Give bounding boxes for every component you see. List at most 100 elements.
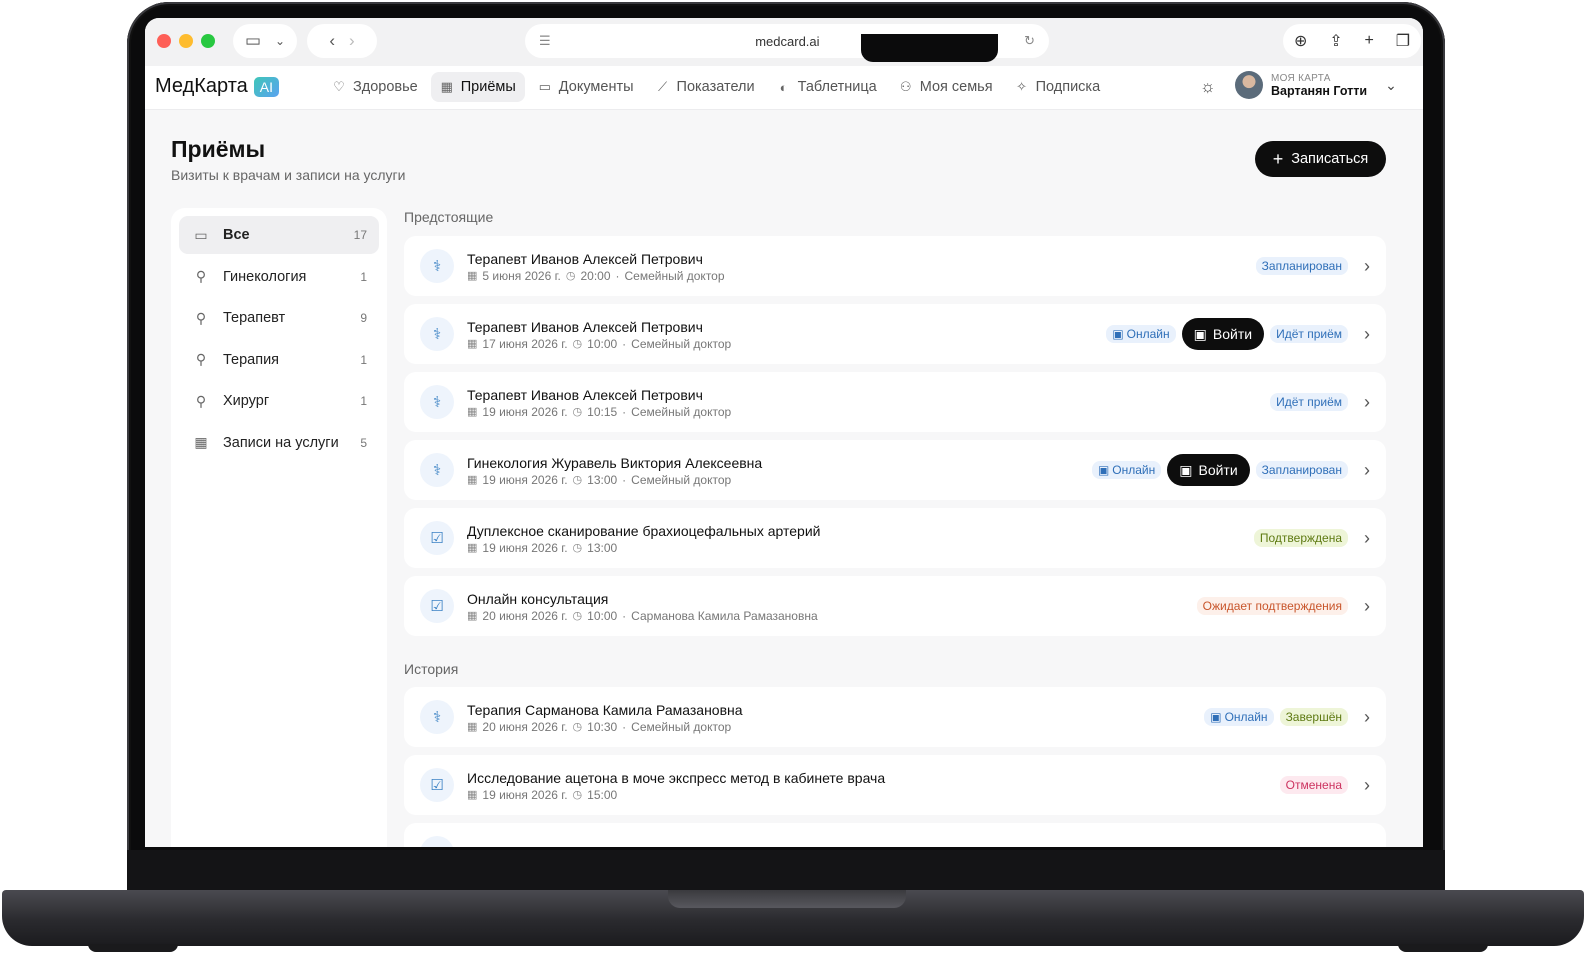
nav-item-4[interactable]: ⟋ Показатели <box>647 72 764 102</box>
pill-icon: ◐ <box>779 79 788 95</box>
share-icon[interactable]: ⇪ <box>1329 31 1342 51</box>
back-icon[interactable]: ‹ <box>329 31 335 51</box>
card-actions: Запланирован › <box>1255 256 1370 277</box>
calendar-icon: ▦ <box>467 721 478 733</box>
sidebar-item-count: 1 <box>360 269 367 284</box>
appointment-card[interactable]: ☑ Онлайн консультация ▦ 20 июня 2026 г. ◷ 10:… <box>404 576 1386 636</box>
chevron-right-icon[interactable]: › <box>1364 843 1370 848</box>
zoom-window-button[interactable] <box>201 34 215 48</box>
sidebar-item-1[interactable]: ▭ Все 17 <box>179 216 379 254</box>
chevron-right-icon[interactable]: › <box>1364 707 1370 728</box>
nav-item-6[interactable]: ⚇ Моя семья <box>890 72 1002 102</box>
download-icon[interactable]: ⊕ <box>1294 31 1307 51</box>
enter-call-button[interactable]: ▣ Войти <box>1167 454 1250 486</box>
card-body: Исследование ацетона в моче экспресс мет… <box>467 769 1280 802</box>
appointment-meta: ▦ 19 июня 2026 г. ◷ 13:00 <box>467 541 1254 555</box>
appointment-card[interactable]: ⚕ Терапевт Иванов Алексей Петрович ▦ 5 июня… <box>404 236 1386 296</box>
tabs-overview-icon[interactable]: ❐ <box>1396 31 1410 51</box>
calendar-icon: ▦ <box>194 434 208 450</box>
appointment-extra: Семейный доктор <box>631 472 732 487</box>
appointment-extra: Сарманова Камила Рамазановна <box>631 608 818 623</box>
section-history-title: История <box>404 661 459 677</box>
online-label: Онлайн <box>1112 463 1156 477</box>
video-icon: ▣ <box>1112 327 1124 341</box>
appointment-title: Дуплексное сканирование брахиоцефальных … <box>467 522 821 539</box>
appointment-card[interactable]: ⚕ Терапевт Иванов Алексей Петрович ▦ 19 июн… <box>404 372 1386 432</box>
enter-call-button[interactable]: ▣ Войти <box>1181 318 1265 350</box>
clock-icon: ◷ <box>572 610 583 622</box>
appointment-card[interactable]: ☑ Дуплексное сканирование брахиоцефальных… <box>404 508 1386 568</box>
card-actions: › <box>1354 843 1370 848</box>
appointment-card[interactable]: ⚕ Терапевт Иванов Алексей Петрович ▦ 17 июн… <box>404 304 1386 364</box>
appointment-extra: Семейный доктор <box>624 268 725 283</box>
appointment-card[interactable]: ⚕ Терапия Сарманова Камила Рамазановна ▦ 20… <box>404 687 1386 747</box>
appointment-meta: ▦ 19 июня 2026 г. ◷ 13:00 · Семейный доктор <box>467 473 1092 487</box>
chevron-right-icon[interactable]: › <box>1364 256 1370 277</box>
sidebar-item-count: 1 <box>360 352 367 367</box>
chevron-right-icon[interactable]: › <box>1364 528 1370 549</box>
stethoscope-icon: ⚕ <box>420 453 454 487</box>
screen: ▭ ⌄ ‹ › ☰ medcard.ai ↻ ⊕ ⇪ + ❐ МедКарта <box>145 18 1423 847</box>
sidebar-toggle-group[interactable]: ▭ ⌄ <box>233 24 297 58</box>
nav-item-5[interactable]: ◐ Таблетница <box>768 72 886 102</box>
sidebar-icon[interactable]: ▭ <box>245 31 261 51</box>
page-menu-icon[interactable]: ☰ <box>539 33 551 49</box>
book-appointment-button[interactable]: + Записаться <box>1255 141 1386 177</box>
chevron-right-icon[interactable]: › <box>1364 460 1370 481</box>
sidebar-item-2[interactable]: ⚲ Гинекология 1 <box>179 258 379 296</box>
nav-item-7[interactable]: ✧ Подписка <box>1006 72 1110 102</box>
nav-item-label: Таблетница <box>797 79 877 95</box>
chart-icon: ⟋ <box>657 79 668 94</box>
sidebar-item-4[interactable]: ⚲ Терапия 1 <box>179 341 379 379</box>
calendar-icon: ▦ <box>467 610 478 622</box>
card-body: Дуплексное сканирование брахиоцефальных … <box>467 522 1254 555</box>
nav-item-label: Документы <box>558 79 634 95</box>
stethoscope-icon: ⚕ <box>420 385 454 419</box>
nav-item-2[interactable]: ▦ Приёмы <box>430 72 525 102</box>
calendar-icon: ▦ <box>467 270 478 282</box>
minimize-window-button[interactable] <box>179 34 193 48</box>
status-badge: Идёт приём <box>1270 325 1348 343</box>
avatar[interactable] <box>1235 71 1263 99</box>
card-body: Терапевт Иванов Алексей Петрович ▦ 17 июня… <box>467 318 1106 351</box>
chevron-right-icon[interactable]: › <box>1364 775 1370 796</box>
nav-item-1[interactable]: ♡ Здоровье <box>323 72 427 102</box>
forward-icon[interactable]: › <box>349 31 355 51</box>
nav-item-3[interactable]: ▭ Документы <box>529 72 643 102</box>
appointment-meta: ▦ 19 июня 2026 г. ◷ 10:15 · Семейный доктор <box>467 405 1270 419</box>
appointment-title: Терапевт Иванов Алексей Петрович <box>467 386 703 403</box>
nav-item-label: Здоровье <box>353 79 418 95</box>
appointment-extra: Семейный доктор <box>631 404 732 419</box>
card-body: Терапия Сарманова Камила Рамазановна ▦ 20 … <box>467 701 1204 734</box>
user-menu[interactable]: МОЯ КАРТА Вартанян Готти ⌄ <box>1235 71 1397 99</box>
section-upcoming-title: Предстоящие <box>404 209 494 225</box>
clock-icon: ◷ <box>572 338 583 350</box>
chevron-down-icon[interactable]: ⌄ <box>275 34 285 48</box>
chevron-down-icon[interactable]: ⌄ <box>1385 77 1397 94</box>
appointment-time: 10:00 <box>587 608 618 623</box>
card-body: Терапевт Иванов Алексей Петрович ▦ 5 июня … <box>467 250 1256 283</box>
calendar-icon: ▦ <box>467 789 478 801</box>
sidebar-item-3[interactable]: ⚲ Терапевт 9 <box>179 299 379 337</box>
card-body: Терапевт Иванов Алексей Петрович ▦ 19 июня… <box>467 386 1270 419</box>
appointment-card[interactable]: ⚕ Гинекология Журавель Виктория Алексеевн… <box>404 440 1386 500</box>
appointment-title: Терапия Сарманова Камила Рамазановна <box>467 701 743 718</box>
new-tab-icon[interactable]: + <box>1365 32 1374 50</box>
reload-icon[interactable]: ↻ <box>1024 33 1035 49</box>
appointment-card[interactable]: ☑ Прием (осмотр, консультация) врача-акуш… <box>404 823 1386 847</box>
nav-item-label: Приёмы <box>460 79 516 95</box>
meta-separator: · <box>622 336 627 351</box>
sidebar-item-5[interactable]: ⚲ Хирург 1 <box>179 382 379 420</box>
video-icon: ▣ <box>1193 325 1207 342</box>
sidebar-item-6[interactable]: ▦ Записи на услуги 5 <box>179 424 379 462</box>
chevron-right-icon[interactable]: › <box>1364 392 1370 413</box>
close-window-button[interactable] <box>157 34 171 48</box>
chevron-right-icon[interactable]: › <box>1364 324 1370 345</box>
app-logo[interactable]: МедКарта AI <box>155 75 279 98</box>
chevron-right-icon[interactable]: › <box>1364 596 1370 617</box>
appointment-time: 10:00 <box>587 336 618 351</box>
theme-toggle-icon[interactable]: ☼ <box>1200 77 1216 97</box>
appointment-date: 19 июня 2026 г. <box>482 404 568 419</box>
appointment-card[interactable]: ☑ Исследование ацетона в моче экспресс ме… <box>404 755 1386 815</box>
status-badge: Запланирован <box>1255 461 1348 479</box>
